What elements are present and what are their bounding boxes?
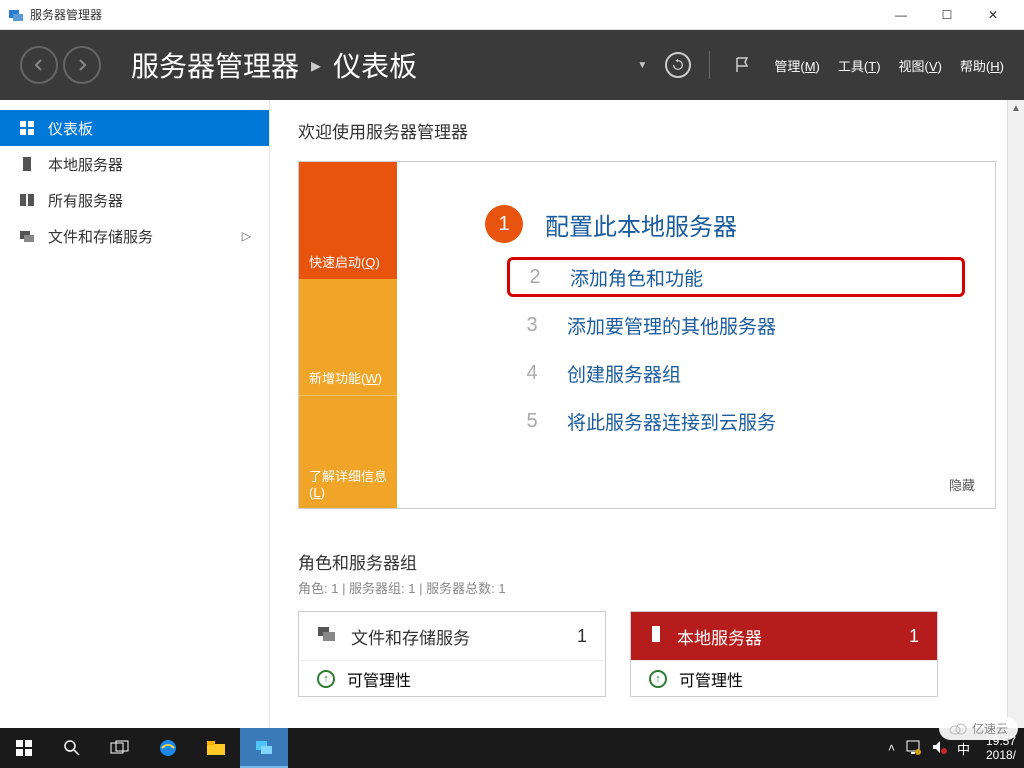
- role-card-title: 文件和存储服务: [351, 624, 470, 649]
- system-tray[interactable]: ˄ 中: [880, 739, 978, 758]
- sidebar-item-label: 文件和存储服务: [48, 226, 153, 247]
- manageability-ok-icon: ↑: [649, 670, 667, 688]
- role-status-label: 可管理性: [347, 667, 411, 691]
- role-card-count: 1: [577, 626, 587, 647]
- watermark-badge: 亿速云: [939, 717, 1018, 740]
- configure-local-server-link[interactable]: 1 配置此本地服务器: [457, 187, 965, 243]
- step-label: 将此服务器连接到云服务: [567, 408, 776, 435]
- chevron-right-icon: ▷: [242, 229, 251, 243]
- connect-cloud-link[interactable]: 5 将此服务器连接到云服务: [517, 401, 965, 441]
- manageability-ok-icon: ↑: [317, 670, 335, 688]
- learnmore-tile[interactable]: 了解详细信息(L): [299, 395, 397, 508]
- step-number: 5: [517, 406, 547, 436]
- sidebar-item-all-servers[interactable]: 所有服务器: [0, 182, 269, 218]
- breadcrumb-page: 仪表板: [333, 45, 417, 85]
- storage-icon: [18, 228, 36, 244]
- hide-link[interactable]: 隐藏: [949, 475, 975, 494]
- dashboard-icon: [18, 120, 36, 136]
- tray-chevron-up-icon[interactable]: ˄: [888, 741, 895, 755]
- add-other-servers-link[interactable]: 3 添加要管理的其他服务器: [517, 305, 965, 345]
- roles-section: 角色和服务器组 角色: 1 | 服务器组: 1 | 服务器总数: 1 文件和存储…: [298, 549, 996, 697]
- sidebar-item-label: 所有服务器: [48, 190, 123, 211]
- role-card-title: 本地服务器: [677, 624, 762, 649]
- role-card-local-server[interactable]: 本地服务器 1 ↑ 可管理性: [630, 611, 938, 697]
- network-icon[interactable]: [905, 739, 921, 758]
- breadcrumb: 服务器管理器 ▸ 仪表板: [131, 45, 637, 85]
- search-button[interactable]: [48, 728, 96, 768]
- role-card-file-storage[interactable]: 文件和存储服务 1 ↑ 可管理性: [298, 611, 606, 697]
- watermark-text: 亿速云: [972, 720, 1008, 737]
- sidebar-item-local-server[interactable]: 本地服务器: [0, 146, 269, 182]
- manage-menu[interactable]: 管理(M): [774, 56, 820, 75]
- volume-icon[interactable]: [931, 739, 947, 758]
- quickstart-tile[interactable]: 快速启动(Q): [299, 162, 397, 279]
- create-server-group-link[interactable]: 4 创建服务器组: [517, 353, 965, 393]
- welcome-heading: 欢迎使用服务器管理器: [298, 118, 996, 143]
- step-number: 3: [517, 310, 547, 340]
- step-number: 4: [517, 358, 547, 388]
- notifications-flag-icon[interactable]: [728, 51, 756, 79]
- main-content: 欢迎使用服务器管理器 快速启动(Q) 新增功能(W) 了解详细信息(L) 1 配…: [270, 100, 1024, 728]
- taskbar: ˄ 中 19:57 2018/: [0, 728, 1024, 768]
- add-roles-features-link[interactable]: 2 添加角色和功能: [507, 257, 965, 297]
- date-text: 2018/: [986, 748, 1016, 762]
- sidebar-item-label: 仪表板: [48, 118, 93, 139]
- scroll-up-arrow-icon[interactable]: ▲: [1008, 100, 1024, 117]
- vertical-scrollbar[interactable]: ▲: [1007, 100, 1024, 728]
- server-manager-taskbar-icon[interactable]: [240, 728, 288, 768]
- minimize-button[interactable]: —: [878, 0, 924, 30]
- sidebar: 仪表板 本地服务器 所有服务器 文件和存储服务 ▷: [0, 100, 270, 728]
- ie-taskbar-icon[interactable]: [144, 728, 192, 768]
- welcome-card: 快速启动(Q) 新增功能(W) 了解详细信息(L) 1 配置此本地服务器 2 添…: [298, 161, 996, 509]
- dropdown-caret-icon[interactable]: ▼: [637, 60, 647, 71]
- step-label: 配置此本地服务器: [545, 207, 737, 242]
- help-menu[interactable]: 帮助(H): [960, 56, 1004, 75]
- ime-icon[interactable]: 中: [957, 739, 970, 758]
- window-titlebar: 服务器管理器 — ☐ ✕: [0, 0, 1024, 30]
- refresh-button[interactable]: [665, 52, 691, 78]
- welcome-tiles: 快速启动(Q) 新增功能(W) 了解详细信息(L): [299, 162, 397, 508]
- sidebar-item-file-storage[interactable]: 文件和存储服务 ▷: [0, 218, 269, 254]
- breadcrumb-separator-icon: ▸: [311, 53, 321, 78]
- window-title: 服务器管理器: [30, 6, 878, 23]
- breadcrumb-app: 服务器管理器: [131, 45, 299, 85]
- role-card-count: 1: [909, 626, 919, 647]
- explorer-taskbar-icon[interactable]: [192, 728, 240, 768]
- roles-heading: 角色和服务器组: [298, 549, 996, 574]
- step-number: 2: [520, 262, 550, 292]
- header-separator: [709, 51, 710, 79]
- app-icon: [8, 7, 24, 23]
- sidebar-item-dashboard[interactable]: 仪表板: [0, 110, 269, 146]
- step-label: 创建服务器组: [567, 360, 681, 387]
- app-header: 服务器管理器 ▸ 仪表板 ▼ 管理(M) 工具(T) 视图(V) 帮助(H): [0, 30, 1024, 100]
- roles-summary: 角色: 1 | 服务器组: 1 | 服务器总数: 1: [298, 578, 996, 597]
- step-label: 添加角色和功能: [570, 264, 703, 291]
- view-menu[interactable]: 视图(V): [899, 56, 942, 75]
- storage-icon: [317, 625, 337, 648]
- nav-back-button[interactable]: [20, 46, 58, 84]
- maximize-button[interactable]: ☐: [924, 0, 970, 30]
- servers-icon: [18, 192, 36, 208]
- close-button[interactable]: ✕: [970, 0, 1016, 30]
- sidebar-item-label: 本地服务器: [48, 154, 123, 175]
- nav-forward-button[interactable]: [63, 46, 101, 84]
- start-button[interactable]: [0, 728, 48, 768]
- whatsnew-tile[interactable]: 新增功能(W): [299, 279, 397, 394]
- server-icon: [649, 625, 663, 648]
- role-status-label: 可管理性: [679, 667, 743, 691]
- step-number-badge: 1: [485, 205, 523, 243]
- task-view-button[interactable]: [96, 728, 144, 768]
- server-icon: [18, 156, 36, 172]
- tools-menu[interactable]: 工具(T): [838, 56, 881, 75]
- step-label: 添加要管理的其他服务器: [567, 312, 776, 339]
